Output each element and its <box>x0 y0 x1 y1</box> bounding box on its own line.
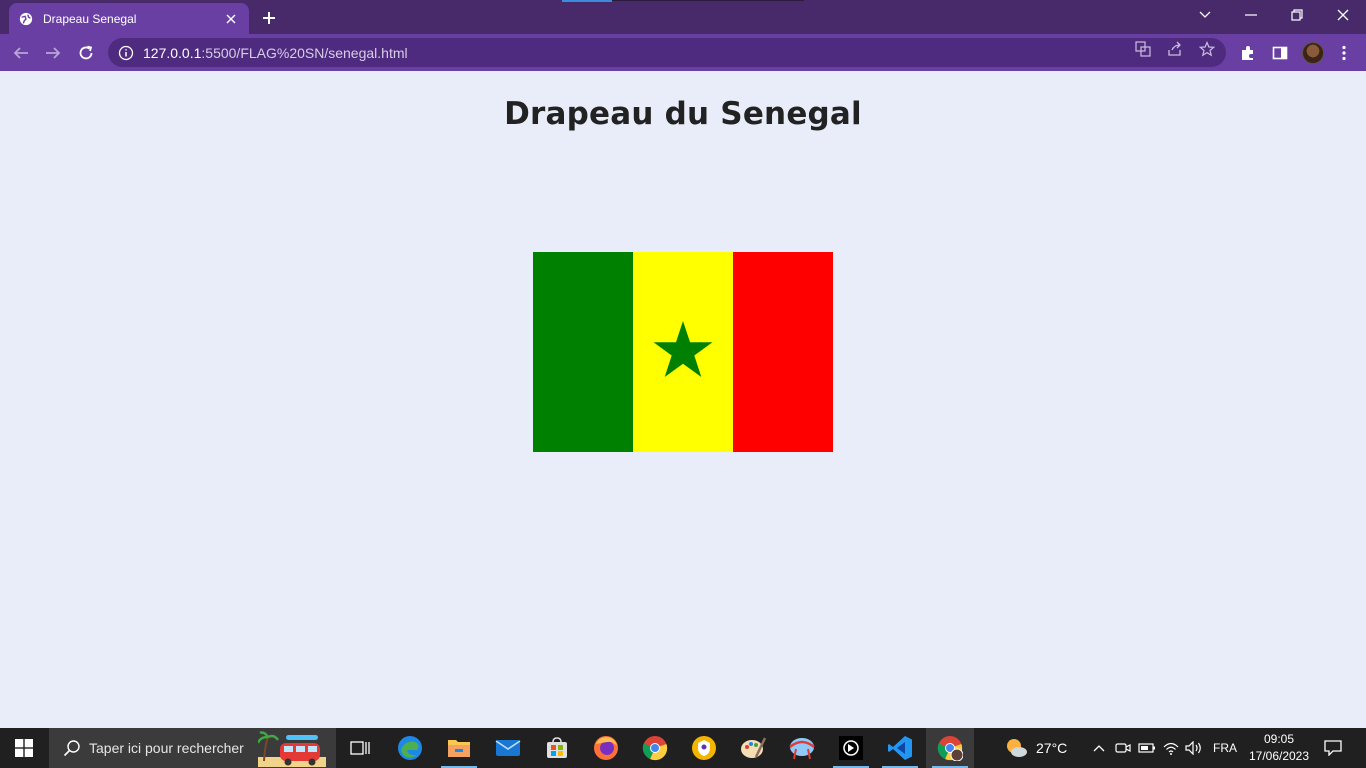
search-highlight-beach-icon <box>258 731 326 767</box>
url-path: :5500/FLAG%20SN/senegal.html <box>201 44 408 61</box>
recorder-icon <box>839 736 863 760</box>
reload-button[interactable] <box>73 40 99 66</box>
mail-icon <box>495 740 521 756</box>
notification-center-button[interactable] <box>1320 736 1346 760</box>
taskbar-app-edge[interactable] <box>386 728 434 768</box>
url-host: 127.0.0.1 <box>143 44 202 61</box>
forward-button[interactable] <box>40 40 66 66</box>
shield-icon <box>692 736 716 760</box>
search-placeholder: Taper ici pour rechercher <box>89 740 244 756</box>
taskbar-app-obs[interactable] <box>827 728 875 768</box>
back-button[interactable] <box>8 40 34 66</box>
input-language[interactable]: FRA <box>1213 728 1237 768</box>
globe-icon <box>19 12 33 25</box>
clock-time: 09:05 <box>1263 732 1295 746</box>
task-view-button[interactable] <box>336 728 384 768</box>
reload-icon <box>79 45 93 60</box>
taskbar-app-paint[interactable] <box>729 728 777 768</box>
start-button[interactable] <box>0 728 48 768</box>
wifi-icon[interactable] <box>1161 738 1181 758</box>
flag-band-green <box>533 252 633 452</box>
palette-icon <box>741 737 766 758</box>
system-clock[interactable]: 09:05 17/06/2023 <box>1244 731 1314 765</box>
extensions-icon[interactable] <box>1238 43 1258 63</box>
edge-icon <box>398 736 422 760</box>
firefox-icon <box>594 736 618 760</box>
address-bar[interactable]: 127.0.0.1:5500/FLAG%20SN/senegal.html <box>108 38 1226 67</box>
url-text: 127.0.0.1:5500/FLAG%20SN/senegal.html <box>143 45 408 61</box>
task-view-icon <box>350 741 370 755</box>
translate-icon[interactable] <box>1134 40 1152 58</box>
bookmark-star-icon[interactable] <box>1198 40 1216 58</box>
arrow-right-icon <box>46 47 61 59</box>
folder-icon <box>448 740 470 757</box>
taskbar-app-chrome[interactable] <box>631 728 679 768</box>
volume-icon[interactable] <box>1184 738 1204 758</box>
taskbar-app-store[interactable] <box>533 728 581 768</box>
weather-partly-cloudy-icon <box>1007 739 1027 757</box>
minimize-button[interactable] <box>1228 0 1274 30</box>
tab-strip-accent <box>562 0 612 2</box>
share-icon[interactable] <box>1166 40 1184 58</box>
arrow-left-icon <box>13 47 28 59</box>
senegal-flag <box>533 252 833 452</box>
windows-logo-icon <box>15 739 33 757</box>
taskbar-app-firefox[interactable] <box>582 728 630 768</box>
store-icon <box>547 737 567 758</box>
chrome-icon <box>642 736 668 761</box>
weather-widget[interactable]: 27°C <box>1004 728 1067 768</box>
weather-temperature: 27°C <box>1036 740 1068 756</box>
browser-toolbar: 127.0.0.1:5500/FLAG%20SN/senegal.html <box>0 34 1366 71</box>
minimize-icon <box>1245 14 1257 16</box>
tab-search-button[interactable] <box>1182 0 1228 30</box>
windows-taskbar: Taper ici pour rechercher 27°C FRA 09:05… <box>0 728 1366 768</box>
taskbar-app-mail[interactable] <box>484 728 532 768</box>
tab-strip-divider <box>612 0 804 1</box>
battery-icon[interactable] <box>1137 738 1157 758</box>
close-window-button[interactable] <box>1320 0 1366 30</box>
chevron-down-icon <box>1199 11 1211 18</box>
restore-icon <box>1291 9 1303 21</box>
vscode-icon <box>888 736 912 760</box>
notification-icon <box>1324 740 1342 756</box>
page-title: Drapeau du Senegal <box>504 96 862 132</box>
flag-band-red <box>733 252 833 452</box>
menu-kebab-icon[interactable] <box>1334 43 1354 63</box>
info-icon[interactable] <box>118 45 134 61</box>
tray-chevron-up-icon[interactable] <box>1089 738 1109 758</box>
meet-now-icon[interactable] <box>1113 738 1133 758</box>
taskbar-app-bridge[interactable] <box>778 728 826 768</box>
close-icon <box>1337 9 1349 21</box>
side-panel-icon[interactable] <box>1270 43 1290 63</box>
new-tab-button[interactable] <box>258 7 280 29</box>
taskbar-app-file-explorer[interactable] <box>435 728 483 768</box>
browser-tab[interactable]: Drapeau Senegal <box>9 3 249 34</box>
taskbar-app-brave[interactable] <box>680 728 728 768</box>
taskbar-app-chrome-active[interactable] <box>926 728 974 768</box>
tab-title: Drapeau Senegal <box>43 11 137 26</box>
flag-star-icon <box>653 321 713 377</box>
taskbar-app-vscode[interactable] <box>876 728 924 768</box>
restore-button[interactable] <box>1274 0 1320 30</box>
clock-date: 17/06/2023 <box>1248 749 1310 763</box>
taskbar-search[interactable]: Taper ici pour rechercher <box>49 728 336 768</box>
chrome-profile-icon <box>937 736 963 761</box>
search-icon <box>63 740 80 757</box>
close-tab-icon[interactable] <box>223 11 239 27</box>
bridge-app-icon <box>789 738 815 760</box>
plus-icon <box>263 12 275 24</box>
tab-strip: Drapeau Senegal <box>0 0 1366 34</box>
profile-avatar[interactable] <box>1302 42 1324 64</box>
